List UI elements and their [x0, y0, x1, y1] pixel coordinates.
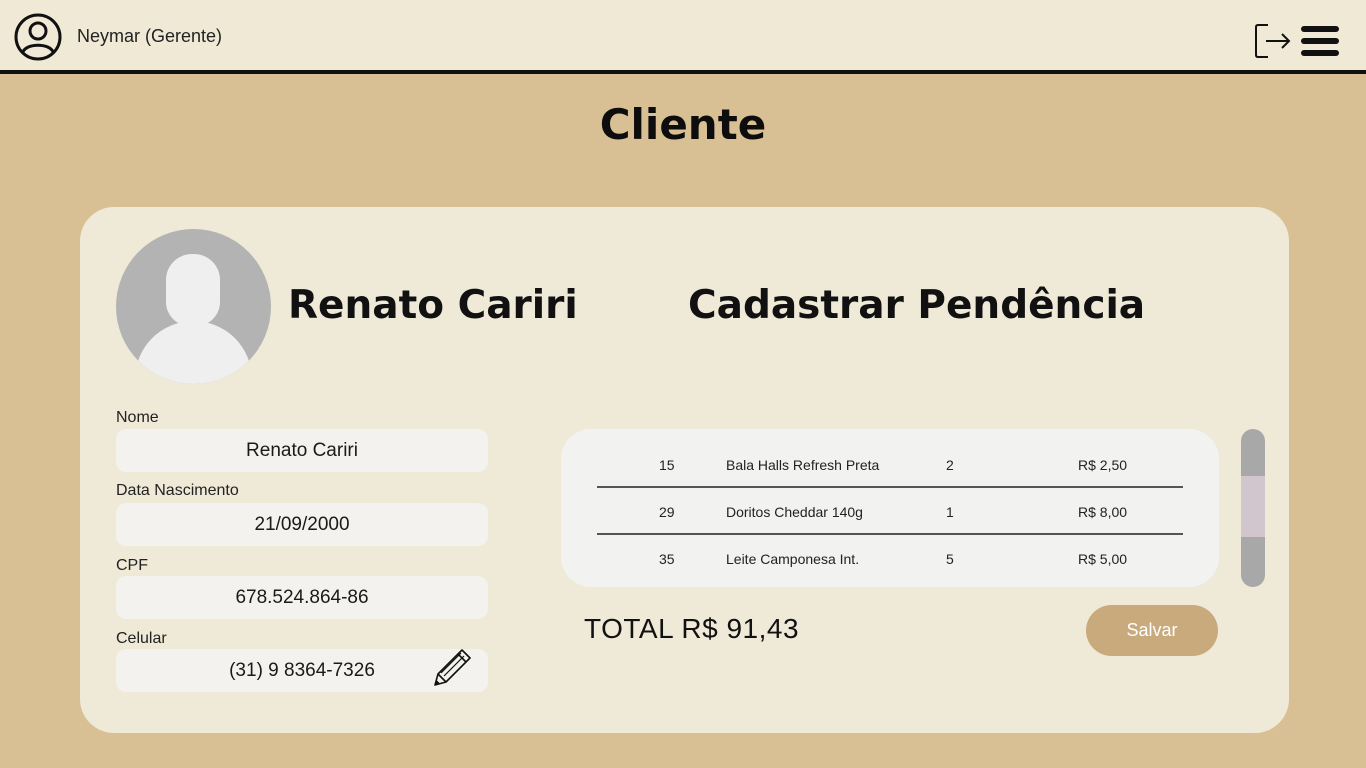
- item-code: 29: [659, 504, 675, 520]
- cpf-field[interactable]: 678.524.864-86: [116, 576, 488, 619]
- table-scrollbar[interactable]: [1241, 429, 1265, 587]
- logout-icon[interactable]: [1254, 23, 1292, 59]
- user-name: Neymar (Gerente): [77, 26, 223, 46]
- table-row[interactable]: 29 Doritos Cheddar 140g 1 R$ 8,00: [597, 488, 1183, 535]
- item-quantity: 5: [946, 551, 954, 567]
- item-price: R$ 5,00: [1078, 551, 1128, 567]
- pencil-icon[interactable]: [429, 647, 473, 691]
- user-circle-icon[interactable]: [14, 13, 62, 61]
- client-display-name: Renato Cariri: [288, 283, 578, 328]
- client-card: Renato Cariri Cadastrar Pendência Nome R…: [80, 207, 1289, 733]
- section-title-pendencia: Cadastrar Pendência: [688, 283, 1146, 328]
- table-row[interactable]: 15 Bala Halls Refresh Preta 2 R$ 2,50: [597, 441, 1183, 488]
- pendencia-table: 15 Bala Halls Refresh Preta 2 R$ 2,50 29…: [561, 429, 1219, 587]
- item-quantity: 1: [946, 504, 954, 520]
- label-data-nascimento: Data Nascimento: [116, 482, 239, 499]
- item-quantity: 2: [946, 457, 954, 473]
- label-cpf: CPF: [116, 557, 148, 574]
- label-celular: Celular: [116, 630, 167, 647]
- total-amount: TOTAL R$ 91,43: [584, 613, 800, 644]
- item-price: R$ 2,50: [1078, 457, 1128, 473]
- label-nome: Nome: [116, 409, 159, 426]
- item-code: 35: [659, 551, 675, 567]
- nome-field[interactable]: Renato Cariri: [116, 429, 488, 472]
- item-code: 15: [659, 457, 675, 473]
- item-price: R$ 8,00: [1078, 504, 1128, 520]
- item-description: Leite Camponesa Int.: [726, 551, 860, 567]
- default-avatar-icon: [116, 229, 271, 384]
- data-nascimento-field[interactable]: 21/09/2000: [116, 503, 488, 546]
- save-button[interactable]: Salvar: [1086, 605, 1218, 656]
- top-bar: Neymar (Gerente): [0, 0, 1366, 74]
- page-title: Cliente: [599, 100, 767, 149]
- item-description: Doritos Cheddar 140g: [726, 504, 863, 520]
- hamburger-menu-icon[interactable]: [1300, 25, 1340, 57]
- table-row[interactable]: 35 Leite Camponesa Int. 5 R$ 5,00: [597, 535, 1183, 582]
- scrollbar-thumb[interactable]: [1241, 476, 1265, 537]
- item-description: Bala Halls Refresh Preta: [726, 457, 880, 473]
